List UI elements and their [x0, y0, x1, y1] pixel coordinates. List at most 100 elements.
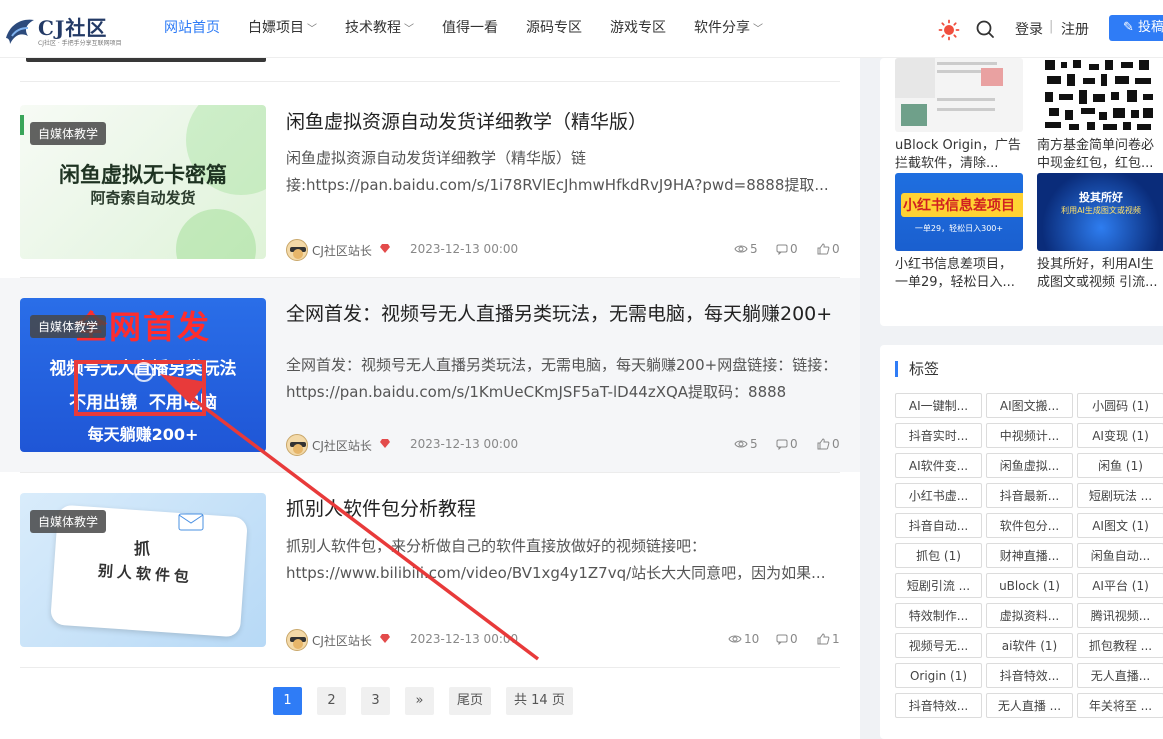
tag-chip[interactable]: 特效制作... [895, 603, 982, 628]
tag-chip[interactable]: AI平台 (1) [1077, 573, 1163, 598]
search-icon[interactable] [974, 18, 996, 40]
tag-chip[interactable]: 小红书虚... [895, 483, 982, 508]
tag-chip[interactable]: AI变现 (1) [1077, 423, 1163, 448]
author-avatar[interactable] [286, 434, 308, 456]
sidebar-card-thumbnail[interactable] [895, 58, 1023, 132]
tag-chip[interactable]: 中视频计... [986, 423, 1073, 448]
comment-count[interactable]: 0 [776, 632, 798, 646]
tag-chip[interactable]: 抖音特效... [986, 663, 1073, 688]
tag-chip[interactable]: 抖音实时... [895, 423, 982, 448]
tag-chip[interactable]: 闲鱼虚拟... [986, 453, 1073, 478]
tag-chip[interactable]: 抖音特效... [895, 693, 982, 718]
post-thumbnail[interactable]: 自媒体教学 抓 别人软件包 [20, 493, 266, 647]
tag-chip[interactable]: 闲鱼自动... [1077, 543, 1163, 568]
tag-chip[interactable]: AI图文搬... [986, 393, 1073, 418]
sidebar-card-title[interactable]: 南方基金简单问卷必中现金红包，红包... [1037, 137, 1163, 173]
last-page-button[interactable]: 尾页 [449, 687, 492, 715]
tag-chip[interactable]: 无人直播 ... [986, 693, 1073, 718]
author-name[interactable]: CJ社区站长 [312, 632, 372, 649]
tag-chip[interactable]: 抓包教程 ... [1077, 633, 1163, 658]
author-avatar[interactable] [286, 239, 308, 261]
like-count[interactable]: 0 [817, 437, 840, 451]
tag-chip[interactable]: 抖音自动... [895, 513, 982, 538]
thumbnail-subcaption: 阿奇索自动发货 [90, 189, 196, 207]
post-item[interactable]: 自媒体教学 闲鱼虚拟无卡密篇 阿奇索自动发货 闲鱼虚拟资源自动发货详细教学（精华… [0, 83, 860, 277]
play-icon[interactable] [134, 362, 154, 382]
sidebar-card[interactable]: 小红书信息差项目 一单29，轻松日入300+ 小红书信息差项目，一单29，轻松日… [895, 173, 1023, 292]
sidebar-card-title[interactable]: uBlock Origin，广告拦截软件，清除... [895, 137, 1023, 173]
eye-icon [728, 635, 742, 643]
sidebar-card-title[interactable]: 小红书信息差项目，一单29，轻松日入... [895, 256, 1023, 292]
post-title[interactable]: 抓别人软件包分析教程 [286, 495, 841, 524]
tag-chip[interactable]: 视频号无... [895, 633, 982, 658]
like-count[interactable]: 0 [817, 242, 840, 256]
tag-cloud: AI一键制... AI图文搬... 小圆码 (1) 抖音实时... 中视频计... AI变… [895, 393, 1163, 718]
page-2-button[interactable]: 2 [317, 687, 346, 715]
tag-chip[interactable]: 闲鱼 (1) [1077, 453, 1163, 478]
login-link[interactable]: 登录 [1015, 19, 1043, 39]
login-register-separator: | [1049, 19, 1054, 34]
nav-item-6[interactable]: 软件分享 ﹀ [680, 0, 777, 58]
post-item[interactable]: 自媒体教学 全网首发 视频号无人直播另类玩法 不用出镜 不用电脑 每天躺赚200… [0, 278, 860, 472]
theme-toggle-sun-icon[interactable] [938, 19, 960, 41]
tag-chip[interactable]: AI软件变... [895, 453, 982, 478]
tag-chip[interactable]: AI一键制... [895, 393, 982, 418]
tag-chip[interactable]: Origin (1) [895, 663, 982, 688]
tag-chip[interactable]: 短剧引流 ... [895, 573, 982, 598]
page-3-button[interactable]: 3 [361, 687, 390, 715]
post-item[interactable]: 自媒体教学 抓 别人软件包 抓别人软件包分析教程 抓别人软件包，来分析做自己的软… [0, 473, 860, 667]
comment-count-value: 0 [790, 437, 798, 451]
post-thumbnail[interactable]: 自媒体教学 全网首发 视频号无人直播另类玩法 不用出镜 不用电脑 每天躺赚200… [20, 298, 266, 452]
nav-item-5[interactable]: 游戏专区 [596, 0, 680, 58]
tag-chip[interactable]: 软件包分... [986, 513, 1073, 538]
sidebar-card[interactable]: 南方基金简单问卷必中现金红包，红包... [1037, 58, 1163, 173]
category-badge[interactable]: 自媒体教学 [30, 315, 107, 338]
category-badge[interactable]: 自媒体教学 [30, 122, 107, 145]
post-date: 2023-12-13 00:00 [410, 632, 519, 646]
thumbnail-subcaption: 一单29，轻松日入300+ [914, 224, 1004, 233]
next-page-button[interactable]: » [405, 687, 434, 715]
nav-item-4[interactable]: 源码专区 [512, 0, 596, 58]
comment-count[interactable]: 0 [776, 242, 798, 256]
tag-chip[interactable]: 虚拟资料... [986, 603, 1073, 628]
author-avatar[interactable] [286, 629, 308, 651]
sidebar-card-thumbnail[interactable]: 投其所好 利用AI生成图文或视频 [1037, 173, 1163, 251]
nav-item-label: 技术教程 [345, 20, 401, 36]
site-logo[interactable]: CJ社区 CJ社区 · 手把手分享互联网项目 [4, 10, 122, 50]
register-link[interactable]: 注册 [1061, 19, 1089, 39]
comment-count[interactable]: 0 [776, 437, 798, 451]
tag-chip[interactable]: ai软件 (1) [986, 633, 1073, 658]
sidebar-card[interactable]: uBlock Origin，广告拦截软件，清除... [895, 58, 1023, 173]
category-badge[interactable]: 自媒体教学 [30, 510, 107, 533]
post-thumbnail[interactable]: 自媒体教学 闲鱼虚拟无卡密篇 阿奇索自动发货 [20, 105, 266, 259]
tag-chip[interactable]: uBlock (1) [986, 573, 1073, 598]
nav-item-0[interactable]: 网站首页 [150, 0, 234, 58]
vip-gem-icon [380, 244, 390, 253]
nav-item-2[interactable]: 技术教程 ﹀ [331, 0, 428, 58]
comment-icon [776, 439, 788, 450]
mail-icon [178, 513, 204, 531]
tag-chip[interactable]: 抓包 (1) [895, 543, 982, 568]
page-1-button[interactable]: 1 [273, 687, 302, 715]
tag-chip[interactable]: 腾讯视频... [1077, 603, 1163, 628]
author-name[interactable]: CJ社区站长 [312, 437, 372, 454]
post-title[interactable]: 闲鱼虚拟资源自动发货详细教学（精华版） [286, 108, 841, 137]
tag-chip[interactable]: 小圆码 (1) [1077, 393, 1163, 418]
nav-item-3[interactable]: 值得一看 [428, 0, 512, 58]
sidebar-card-thumbnail[interactable] [1037, 58, 1163, 132]
submit-post-button[interactable]: ✎ 投稿 [1109, 15, 1163, 41]
sidebar-card-title[interactable]: 投其所好，利用AI生成图文或视频 引流... [1037, 256, 1163, 292]
tag-chip[interactable]: 无人直播... [1077, 663, 1163, 688]
tag-chip[interactable]: 财神直播... [986, 543, 1073, 568]
tag-chip[interactable]: 年关将至 ... [1077, 693, 1163, 718]
tag-chip[interactable]: 抖音最新... [986, 483, 1073, 508]
tag-chip[interactable]: AI图文 (1) [1077, 513, 1163, 538]
sidebar-card-thumbnail[interactable]: 小红书信息差项目 一单29，轻松日入300+ [895, 173, 1023, 251]
like-count[interactable]: 1 [817, 632, 840, 646]
author-name[interactable]: CJ社区站长 [312, 242, 372, 259]
nav-item-1[interactable]: 白嫖项目 ﹀ [234, 0, 331, 58]
like-count-value: 1 [832, 632, 840, 646]
post-title[interactable]: 全网首发：视频号无人直播另类玩法，无需电脑，每天躺赚200+ [286, 300, 841, 329]
sidebar-card[interactable]: 投其所好 利用AI生成图文或视频 投其所好，利用AI生成图文或视频 引流... [1037, 173, 1163, 292]
tag-chip[interactable]: 短剧玩法 ... [1077, 483, 1163, 508]
